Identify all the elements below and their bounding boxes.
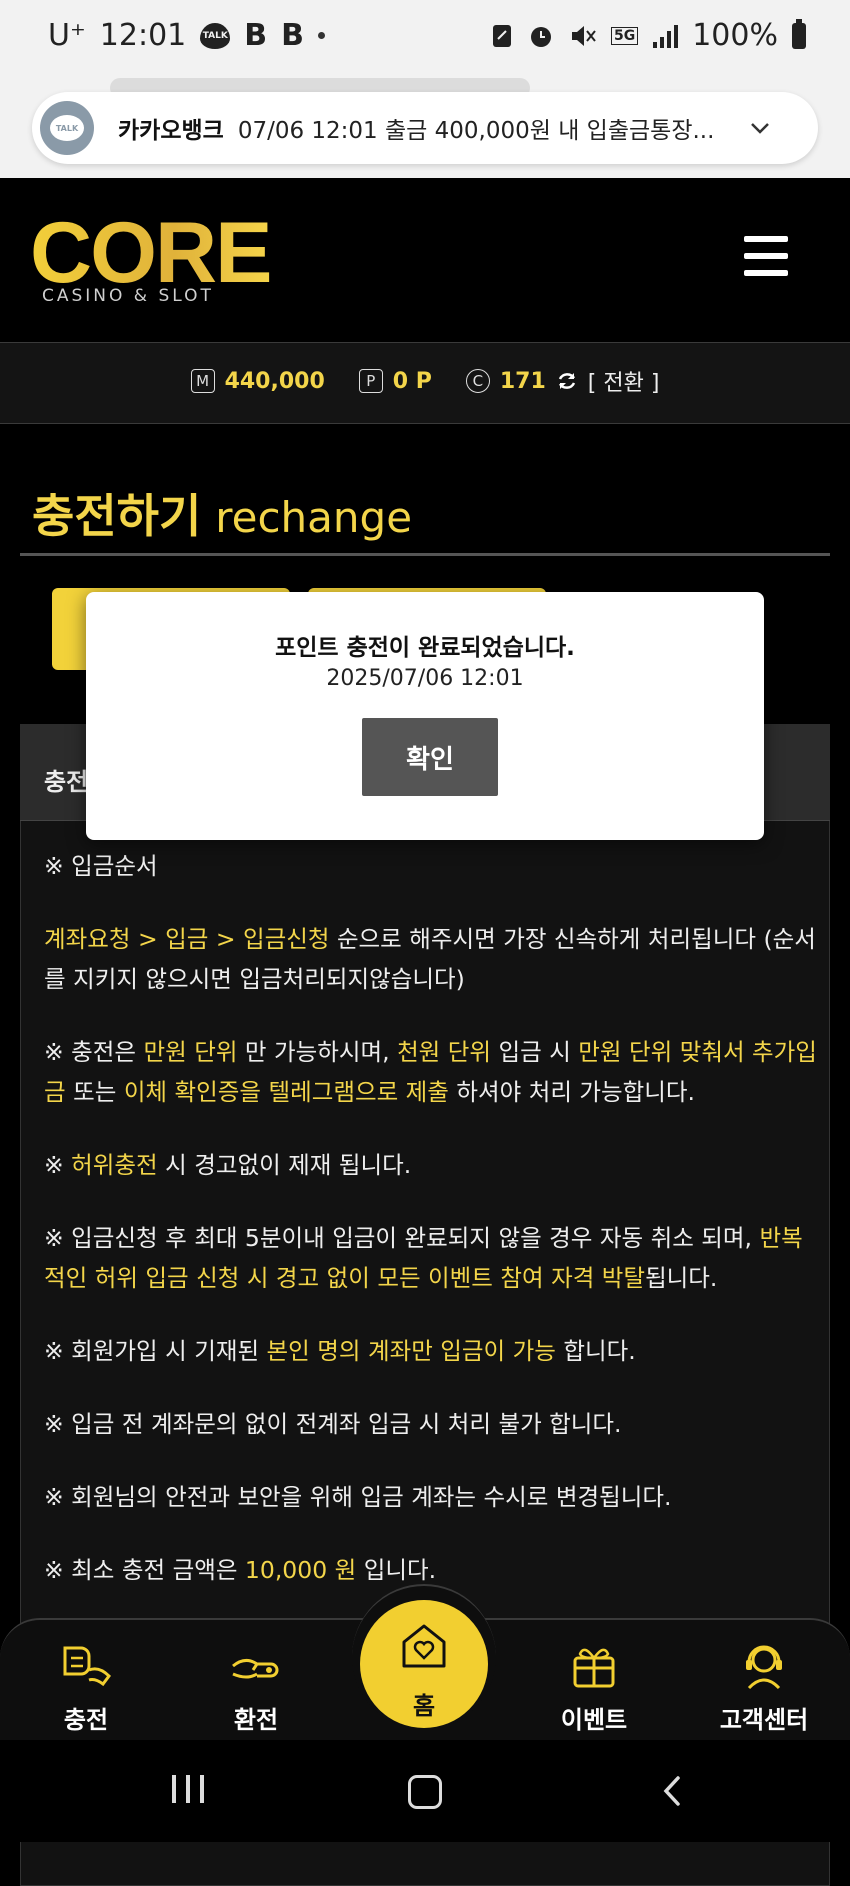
network-type: 5G [610,26,639,45]
alarm-icon [530,26,551,47]
order-heading: ※ 입금순서 [44,852,158,880]
nav-event[interactable]: 이벤트 [534,1640,654,1735]
nav-charge[interactable]: 충전 [26,1640,146,1735]
kakaotalk-icon: TALK [200,22,231,49]
b-app-icon: B [244,18,268,53]
coin-balance: 171 [499,368,546,394]
site-header: CORE CASINO & SLOT [0,178,850,342]
page-title: 충전하기 rechange [32,480,412,546]
nav-home-label: 홈 [412,1692,436,1720]
signal-icon [653,24,679,48]
point-balance: 0 P [392,368,432,394]
home-heart-icon [402,1624,446,1668]
instruction-6: ※ 입금 전 계좌문의 없이 전계좌 입금 시 처리 불가 합니다. [44,1410,622,1438]
notification-card[interactable]: TALK 카카오뱅크 07/06 12:01 출금 400,000원 내 입출금… [32,92,818,164]
balance-bar: M 440,000 P 0 P C 171 [ 전환 ] [0,342,850,424]
charge-hand-icon [63,1646,111,1687]
point-icon: P [358,369,383,393]
more-dot-icon [318,32,326,39]
instruction-5: ※ 회원가입 시 기재된 본인 명의 계좌만 입금이 가능 합니다. [44,1337,636,1365]
carrier-label: U⁺ [48,18,86,53]
recent-apps-icon[interactable] [172,1775,204,1803]
instruction-3: ※ 허위충전 시 경고없이 제재 됩니다. [44,1151,412,1179]
refresh-icon[interactable] [556,370,578,392]
system-home-icon[interactable] [408,1775,442,1809]
notification-app-name: 카카오뱅크 [118,118,224,144]
convert-link[interactable]: [ 전환 ] [588,365,660,397]
confirm-button[interactable]: 확인 [362,718,498,796]
exchange-hand-icon [232,1659,279,1679]
dialog-message: 포인트 충전이 완료되었습니다. [275,635,575,661]
title-divider [20,553,830,556]
hamburger-menu-icon[interactable] [744,236,788,276]
nav-exchange[interactable]: 환전 [196,1640,316,1735]
instruction-4: ※ 입금신청 후 최대 5분이내 입금이 완료되지 않을 경우 자동 취소 되며… [44,1224,803,1292]
instruction-2: ※ 충전은 만원 단위 만 가능하시며, 천원 단위 입금 시 만원 단위 맞춰… [44,1038,817,1106]
nav-support[interactable]: 고객센터 [704,1640,824,1735]
panel-header-label: 충전 [44,768,89,796]
instruction-7: ※ 회원님의 안전과 보안을 위해 입금 계좌는 수시로 변경됩니다. [44,1483,672,1511]
back-icon[interactable] [656,1774,690,1808]
headset-icon [746,1645,782,1690]
deposit-instructions: ※ 입금순서 계좌요청 > 입금 > 입금신청 순으로 해주시면 가장 신속하게… [44,846,824,1623]
b-app-icon-2: B [281,18,305,53]
status-bar: U⁺ 12:01 TALK B B 5G 100% [0,0,850,82]
status-right: 5G 100% [491,18,806,53]
battery-percent: 100% [692,18,778,53]
instruction-1: 계좌요청 > 입금 > 입금신청 순으로 해주시면 가장 신속하게 처리됩니다 … [44,925,816,993]
notification-text: 07/06 12:01 출금 400,000원 내 입출금통장... [237,118,715,144]
chevron-down-icon[interactable] [748,116,772,140]
status-time: 12:01 [99,18,187,53]
status-left: U⁺ 12:01 TALK B B [48,18,326,53]
sim-icon [492,24,511,47]
page-title-ko: 충전하기 [32,489,202,543]
gift-icon [573,1648,615,1688]
charge-complete-dialog: 포인트 충전이 완료되었습니다. 2025/07/06 12:01 확인 [86,592,764,840]
core-logo[interactable]: CORE [30,205,272,301]
money-icon: M [190,369,215,393]
mute-icon [571,25,596,46]
logo-subtitle: CASINO & SLOT [42,286,214,306]
money-balance: 440,000 [224,368,325,394]
logo-main: CORE [30,205,272,301]
battery-icon [792,18,806,49]
dialog-datetime: 2025/07/06 12:01 [326,666,524,691]
coin-icon: C [465,369,490,393]
kakaotalk-notification-icon: TALK [40,101,94,155]
page-title-en: rechange [215,493,413,542]
